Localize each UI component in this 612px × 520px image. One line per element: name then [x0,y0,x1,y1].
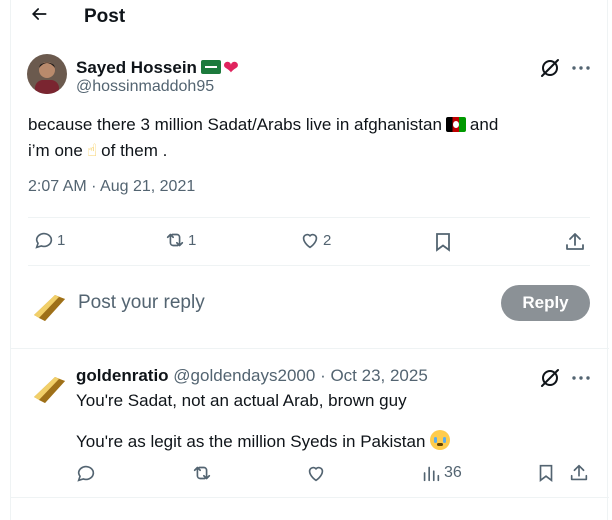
reply-text-line-1: You're Sadat, not an actual Arab, brown … [76,391,407,410]
author-avatar[interactable] [27,54,67,94]
reply-author-line[interactable]: goldenratio @goldendays2000 · Oct 23, 20… [76,366,428,386]
repost-icon [166,233,184,247]
grok-icon[interactable] [538,366,562,390]
post-text: because there 3 million Sadat/Arabs live… [28,115,499,160]
views-action[interactable]: 36 [420,462,462,484]
back-arrow-icon[interactable] [29,4,49,24]
grok-icon[interactable] [538,56,562,80]
divider [11,497,609,498]
reply-author-avatar[interactable] [29,367,69,407]
divider [11,348,609,349]
top-bar: Post [11,0,609,36]
analytics-icon [423,466,440,482]
heart-icon [302,233,318,249]
share-icon[interactable] [568,462,590,484]
reply-icon [35,232,53,249]
author-handle[interactable]: @hossinmaddoh95 [76,78,214,96]
divider [28,265,590,266]
divider [28,217,590,218]
bookmark-icon[interactable] [535,462,557,484]
saudi-flag-emoji [200,60,221,74]
my-avatar[interactable] [29,285,69,325]
share-icon[interactable] [563,230,587,254]
afghanistan-flag-emoji [445,117,466,132]
crying-face-emoji [430,430,451,450]
reply-action[interactable]: 1 [33,229,65,251]
more-options-icon[interactable] [569,366,593,390]
reply-input[interactable]: Post your reply [78,292,205,314]
post-timestamp[interactable]: 2:07 AM · Aug 21, 2021 [28,178,195,196]
heart-icon[interactable] [305,462,327,484]
author-name[interactable]: Sayed Hossein ❤ [76,57,239,80]
reply-button[interactable]: Reply [501,285,590,321]
pointing-up-emoji: ☝ [86,141,98,160]
post-page: Post Sayed Hossein ❤ @hossinmaddoh95 beca… [10,0,609,520]
bookmark-icon[interactable] [431,230,455,254]
like-action[interactable]: 2 [299,229,331,251]
repost-action[interactable]: 1 [164,229,196,251]
red-heart-emoji: ❤ [222,58,239,79]
page-title: Post [84,6,126,27]
reply-icon[interactable] [75,462,97,484]
reply-text-line-2: You're as legit as the million Syeds in … [76,430,451,452]
repost-icon[interactable] [191,462,213,484]
more-options-icon[interactable] [569,56,593,80]
